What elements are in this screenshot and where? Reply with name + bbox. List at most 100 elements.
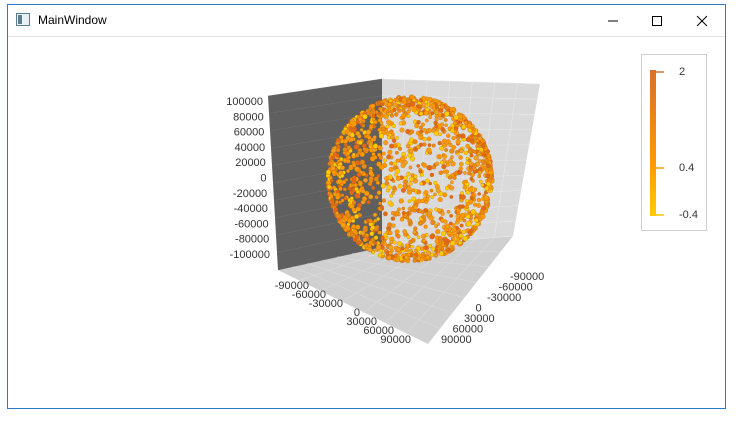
data-point (358, 140, 363, 145)
data-point (462, 235, 469, 242)
data-point (380, 241, 385, 246)
data-point (441, 243, 445, 248)
data-point (381, 252, 385, 256)
data-point (358, 182, 363, 187)
data-point (442, 249, 447, 254)
data-point (335, 200, 339, 204)
data-point (441, 231, 446, 237)
data-point (392, 240, 397, 245)
data-point (406, 114, 411, 118)
data-point (458, 123, 463, 127)
data-point (361, 143, 367, 149)
data-point (327, 184, 332, 190)
data-point (383, 114, 389, 120)
data-point (333, 207, 338, 212)
data-point (372, 212, 378, 218)
data-point (349, 230, 354, 235)
data-point (442, 192, 448, 198)
data-point (480, 205, 487, 211)
minimize-icon (608, 20, 618, 21)
data-point (395, 175, 401, 181)
data-point (453, 114, 459, 121)
data-point (402, 229, 407, 234)
data-point (473, 155, 479, 161)
data-point (350, 215, 355, 220)
data-point (394, 168, 401, 174)
data-point (375, 180, 380, 185)
data-point (389, 143, 394, 149)
data-point (483, 195, 490, 201)
data-point (426, 194, 431, 199)
data-point (370, 103, 376, 109)
minimize-button[interactable] (590, 5, 636, 36)
scatter-3d-chart[interactable]: 100000 80000 60000 40000 20000 0 -20000 -40000 -… (8, 37, 726, 409)
data-point (363, 177, 368, 183)
data-point (427, 143, 432, 147)
close-button[interactable] (679, 5, 725, 36)
data-point (472, 202, 478, 207)
data-point (419, 246, 425, 251)
data-point (463, 150, 468, 155)
data-point (368, 176, 374, 182)
data-point (386, 119, 392, 125)
data-point (392, 102, 398, 108)
data-point (460, 194, 466, 200)
data-point (465, 214, 471, 219)
chart-area[interactable]: 100000 80000 60000 40000 20000 0 -20000 -40000 -… (8, 37, 725, 408)
data-point (407, 153, 412, 158)
data-point (395, 136, 399, 140)
data-point (442, 237, 448, 243)
data-point (347, 155, 351, 160)
data-point (413, 174, 418, 179)
data-point (475, 222, 480, 227)
data-point (437, 155, 442, 160)
data-point (389, 240, 394, 245)
data-point (422, 196, 427, 201)
data-point (352, 152, 356, 157)
data-point (392, 165, 397, 170)
data-point (426, 250, 432, 256)
data-point (434, 161, 440, 167)
data-point (416, 120, 421, 125)
data-point (343, 187, 347, 192)
data-point (399, 116, 404, 120)
data-point (418, 111, 424, 116)
data-point (354, 234, 360, 240)
data-point (389, 193, 394, 198)
data-point (459, 149, 464, 154)
data-point (386, 154, 392, 160)
data-point (374, 195, 379, 200)
data-point (372, 143, 379, 149)
data-point (450, 240, 456, 246)
maximize-button[interactable] (634, 5, 680, 36)
data-point (460, 191, 464, 195)
data-point (368, 218, 373, 224)
title-bar[interactable]: MainWindow (8, 5, 725, 37)
data-point (348, 148, 353, 153)
data-point (377, 152, 382, 157)
data-point (408, 181, 413, 186)
data-point (464, 179, 468, 184)
data-point (368, 194, 374, 200)
data-point (381, 198, 386, 203)
data-point (446, 209, 451, 214)
data-point (401, 97, 407, 103)
window-title: MainWindow (38, 13, 107, 27)
z-tick-label: 20000 (235, 157, 266, 169)
data-point (377, 111, 382, 116)
data-point (379, 121, 384, 125)
data-point (329, 159, 335, 165)
data-point (361, 163, 367, 170)
data-point (421, 233, 427, 240)
data-point (412, 254, 417, 259)
data-point (359, 151, 365, 157)
data-point (449, 213, 454, 218)
data-point (396, 241, 403, 247)
data-point (448, 142, 453, 148)
data-point (365, 129, 372, 135)
data-point (430, 246, 436, 252)
data-point (458, 166, 463, 171)
data-point (373, 120, 378, 125)
data-point (439, 251, 444, 257)
z-tick-label: -100000 (230, 249, 270, 261)
